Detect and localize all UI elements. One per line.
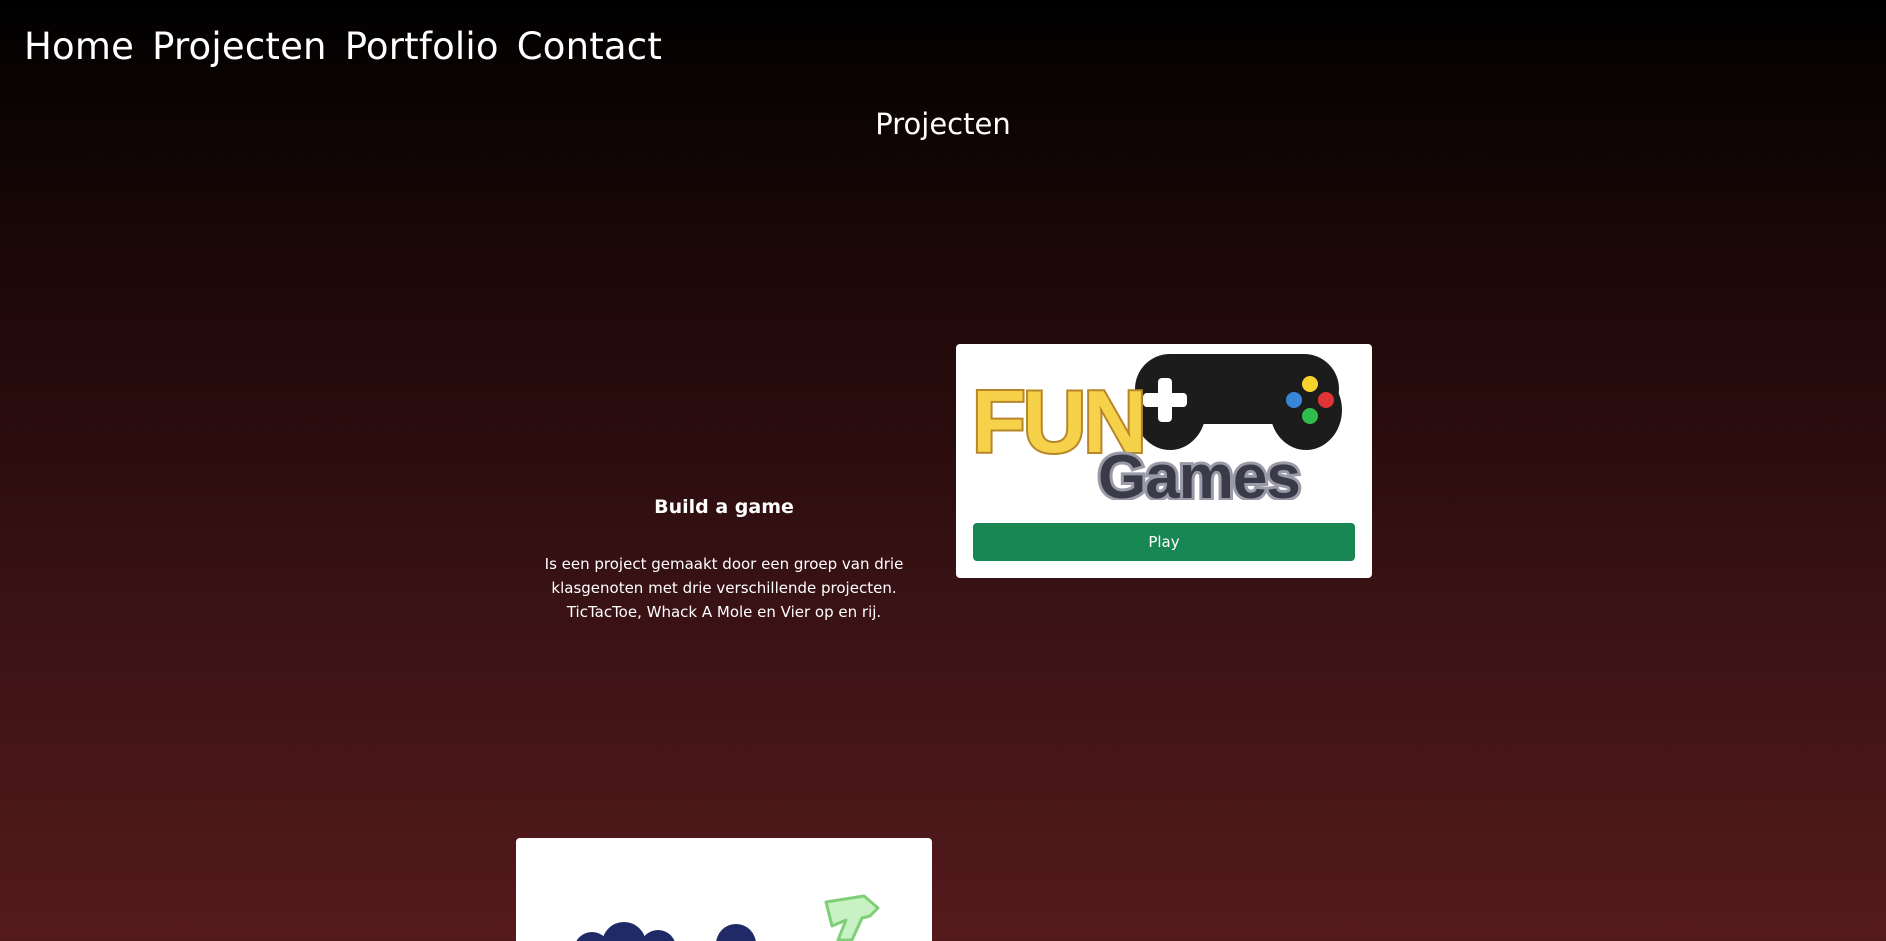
gamepad-icon	[1134, 354, 1342, 450]
nav-contact-link[interactable]: Contact	[517, 22, 662, 72]
main-nav: Home Projecten Portfolio Contact	[24, 22, 662, 72]
project-card: FUN Games Play	[956, 344, 1372, 578]
project-card-preview	[516, 838, 932, 941]
dark-blue-shapes	[576, 922, 756, 941]
nav-portfolio-link[interactable]: Portfolio	[345, 22, 499, 72]
logo-games-text: Games	[1098, 443, 1300, 500]
page-title: Projecten	[875, 107, 1011, 141]
play-button[interactable]: Play	[973, 523, 1355, 561]
fun-games-logo: FUN Games	[970, 354, 1342, 500]
project-thumbnail-image	[576, 894, 880, 941]
arrow-cursor-icon	[824, 894, 880, 941]
nav-home-link[interactable]: Home	[24, 22, 134, 72]
nav-projecten-link[interactable]: Projecten	[152, 22, 327, 72]
project-heading: Build a game	[654, 496, 794, 518]
project-info: Build a game Is een project gemaakt door…	[516, 490, 932, 624]
project-description: Is een project gemaakt door een groep va…	[544, 555, 904, 621]
